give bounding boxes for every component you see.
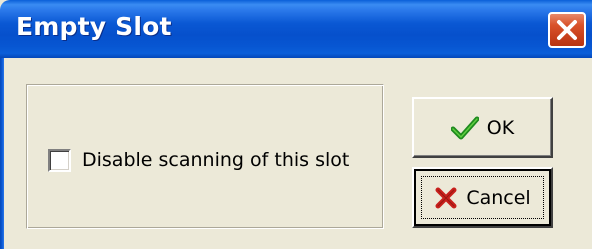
- disable-scanning-label: Disable scanning of this slot: [82, 149, 350, 171]
- close-icon: [557, 20, 577, 40]
- ok-button[interactable]: OK: [412, 97, 553, 158]
- cancel-label: Cancel: [466, 186, 531, 209]
- title-bar[interactable]: Empty Slot: [0, 0, 592, 58]
- window-title: Empty Slot: [16, 12, 172, 41]
- disable-scanning-option[interactable]: Disable scanning of this slot: [48, 145, 349, 175]
- cancel-button[interactable]: Cancel: [412, 167, 553, 228]
- window-frame-left: [0, 58, 4, 249]
- ok-label: OK: [486, 116, 515, 139]
- disable-scanning-checkbox[interactable]: [48, 148, 71, 172]
- empty-slot-dialog: Empty Slot Disable scanning of this slot…: [0, 0, 592, 249]
- close-button[interactable]: [548, 12, 586, 48]
- x-mark-icon: [434, 186, 458, 210]
- checkmark-icon: [450, 116, 479, 140]
